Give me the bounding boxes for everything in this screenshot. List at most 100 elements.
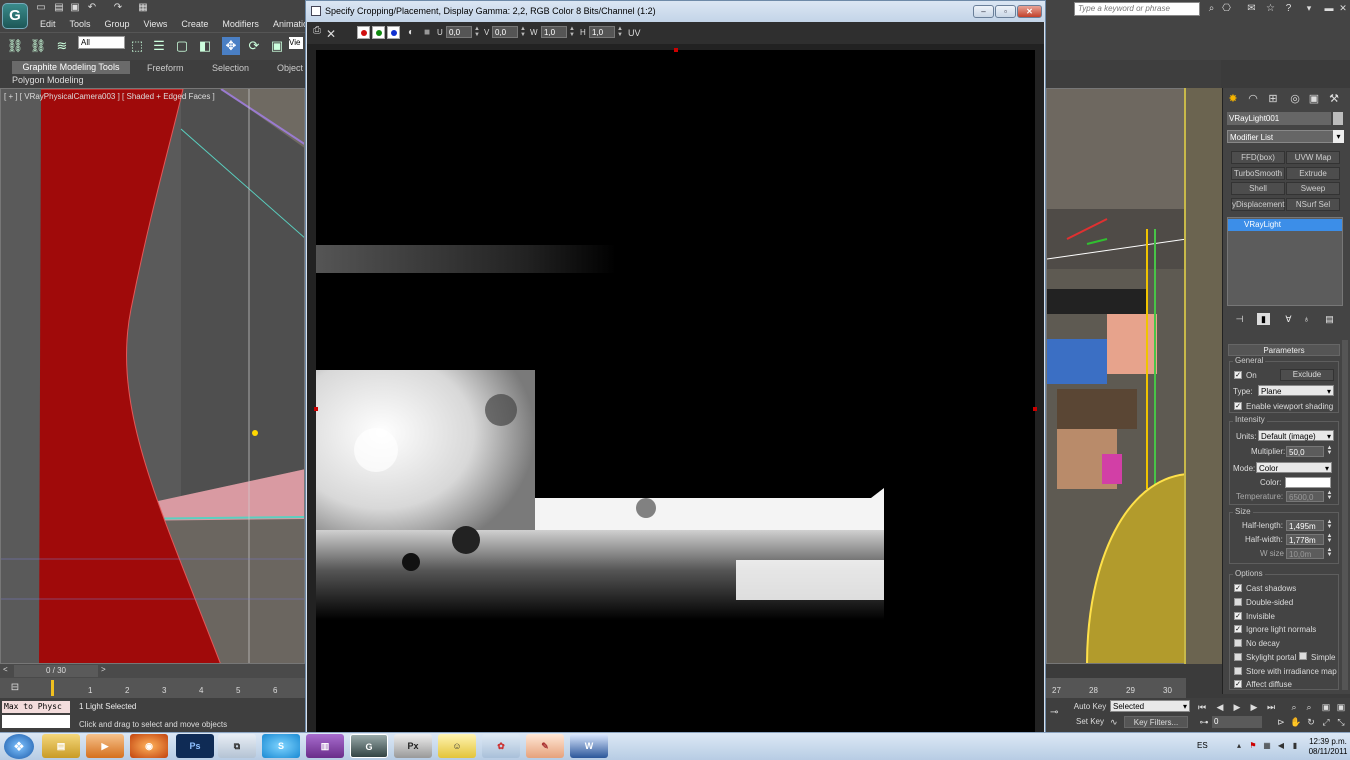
option-checkbox-skylight-portal[interactable]: [1234, 653, 1242, 661]
window-crossing-icon[interactable]: ◧: [196, 37, 214, 55]
image-canvas[interactable]: [316, 50, 1035, 734]
menu-create[interactable]: Create: [175, 17, 216, 31]
orbit-icon[interactable]: ↻: [1305, 716, 1317, 728]
binoculars-icon[interactable]: ⌕: [1205, 2, 1218, 15]
project-folder-icon[interactable]: ▦: [137, 2, 149, 14]
set-key-button[interactable]: Set Key: [1072, 716, 1108, 728]
units-dropdown[interactable]: Default (image): [1258, 430, 1334, 442]
on-checkbox[interactable]: ✓: [1234, 371, 1242, 379]
communication-icon[interactable]: ✉: [1245, 2, 1258, 15]
selection-filter-dropdown[interactable]: All: [78, 36, 125, 49]
next-key-icon[interactable]: ▶: [1248, 701, 1260, 713]
pixplant-taskbar-icon[interactable]: Px: [394, 734, 432, 758]
goto-start-icon[interactable]: ⏮: [1196, 701, 1208, 713]
modifier-button-sweep[interactable]: Sweep: [1286, 182, 1340, 195]
menu-modifiers[interactable]: Modifiers: [216, 17, 267, 31]
firefox-taskbar-icon[interactable]: ◉: [130, 734, 168, 758]
spinner-arrows-icon[interactable]: ▲ ▼: [1326, 445, 1333, 457]
key-curve-icon[interactable]: ∿: [1110, 717, 1122, 728]
network-taskbar-icon[interactable]: ⧉: [218, 734, 256, 758]
modifier-button-nsurfsel[interactable]: NSurf Sel: [1286, 198, 1340, 211]
word-taskbar-icon[interactable]: W: [570, 734, 608, 758]
clear-icon[interactable]: ✕: [325, 28, 337, 40]
explorer-taskbar-icon[interactable]: ▤: [42, 734, 80, 758]
spinner-arrows-icon[interactable]: ▲ ▼: [1326, 519, 1333, 531]
object-color-swatch[interactable]: [1333, 112, 1343, 125]
w-size-spinner[interactable]: 10,0m: [1286, 548, 1324, 559]
bind-space-warp-icon[interactable]: ≋: [53, 37, 71, 55]
option-checkbox-no-decay[interactable]: [1234, 639, 1242, 647]
make-unique-icon[interactable]: ∀: [1282, 313, 1295, 325]
rectangle-selection-icon[interactable]: ▢: [173, 37, 191, 55]
create-tab-icon[interactable]: ✸: [1225, 92, 1241, 106]
zoom-extents-icon[interactable]: ▣: [1320, 701, 1332, 713]
modifier-stack-item[interactable]: VRayLight: [1228, 219, 1342, 231]
dialog-minimize-button[interactable]: –: [973, 5, 994, 18]
w-spinner-icon[interactable]: ▲ ▼: [569, 26, 575, 38]
motion-tab-icon[interactable]: ◎: [1287, 92, 1303, 106]
maxscript-input[interactable]: [2, 715, 70, 728]
volume-icon[interactable]: ◀: [1276, 741, 1286, 751]
option-checkbox-double-sided[interactable]: [1234, 598, 1242, 606]
remove-modifier-icon[interactable]: ♁: [1300, 313, 1313, 325]
maxscript-listener[interactable]: Max to Physc: [2, 701, 70, 713]
current-frame-field[interactable]: 0: [1212, 716, 1262, 728]
light-color-swatch[interactable]: [1285, 477, 1331, 488]
modifier-button-shell[interactable]: Shell: [1231, 182, 1285, 195]
h-spinner-icon[interactable]: ▲ ▼: [617, 26, 623, 38]
clock[interactable]: 12:39 p.m. 08/11/2011: [1306, 737, 1350, 757]
option-checkbox-affect-diffuse[interactable]: ✓: [1234, 680, 1242, 688]
maximize-viewport-icon[interactable]: ⤢: [1320, 716, 1332, 728]
prev-key-icon[interactable]: ◀: [1214, 701, 1226, 713]
crop-handle-left[interactable]: [314, 407, 318, 411]
uv-toggle[interactable]: UV: [628, 28, 641, 38]
play-icon[interactable]: ▶: [1231, 701, 1243, 713]
monochrome-icon[interactable]: ■: [421, 27, 433, 39]
object-name-field[interactable]: VRayLight001: [1227, 112, 1331, 125]
favorites-icon[interactable]: ☆: [1264, 2, 1277, 15]
power-icon[interactable]: ▮: [1290, 741, 1300, 751]
next-frame-icon[interactable]: >: [101, 665, 106, 674]
select-by-name-icon[interactable]: ☰: [150, 37, 168, 55]
modifier-button-turbosmooth[interactable]: TurboSmooth: [1231, 167, 1285, 180]
menu-views[interactable]: Views: [138, 17, 176, 31]
open-file-icon[interactable]: ▤: [53, 2, 65, 14]
select-object-icon[interactable]: ⬚: [128, 37, 146, 55]
modifier-button-displacement[interactable]: yDisplacement: [1231, 198, 1285, 211]
modifier-button-extrude[interactable]: Extrude: [1286, 167, 1340, 180]
chevron-down-icon[interactable]: ▾: [1333, 130, 1344, 143]
h-field[interactable]: 1,0: [589, 26, 615, 38]
ribbon-tab-freeform[interactable]: Freeform: [147, 62, 184, 74]
option-checkbox-ignore-normals[interactable]: ✓: [1234, 625, 1242, 633]
ribbon-tab-selection[interactable]: Selection: [212, 62, 249, 74]
reference-coordinate-dropdown[interactable]: Vie: [289, 37, 303, 49]
mini-curve-editor-icon[interactable]: ⊟: [8, 682, 22, 694]
mode-dropdown[interactable]: Color: [1256, 462, 1332, 474]
temperature-spinner[interactable]: 6500,0: [1286, 491, 1324, 502]
blue-channel-toggle[interactable]: [387, 26, 400, 39]
app-logo-icon[interactable]: G: [2, 3, 28, 29]
v-field[interactable]: 0,0: [492, 26, 518, 38]
crop-handle-right[interactable]: [1033, 407, 1037, 411]
half-length-spinner[interactable]: 1,495m: [1286, 520, 1324, 531]
control-panel-taskbar-icon[interactable]: ✿: [482, 734, 520, 758]
save-file-icon[interactable]: ▣: [69, 2, 81, 14]
ribbon-polygon-modeling[interactable]: Polygon Modeling: [12, 75, 84, 85]
zoom-all-icon[interactable]: ⌕: [1303, 701, 1315, 713]
photoshop-taskbar-icon[interactable]: Ps: [176, 734, 214, 758]
action-center-icon[interactable]: ⚑: [1248, 741, 1258, 751]
paint-taskbar-icon[interactable]: ✎: [526, 734, 564, 758]
w-field[interactable]: 1,0: [541, 26, 567, 38]
zoom-extents-all-icon[interactable]: ▣: [1335, 701, 1347, 713]
u-spinner-icon[interactable]: ▲ ▼: [474, 26, 480, 38]
subscription-icon[interactable]: ⎔: [1220, 2, 1233, 15]
link-icon[interactable]: ⛓: [6, 37, 24, 55]
3dsmax-taskbar-icon[interactable]: G: [350, 734, 388, 758]
option-checkbox-simple[interactable]: [1299, 652, 1307, 660]
menu-group[interactable]: Group: [99, 17, 138, 31]
utilities-tab-icon[interactable]: ⚒: [1326, 92, 1342, 106]
help-dropdown-icon[interactable]: ▾: [1302, 3, 1316, 14]
language-indicator[interactable]: ES: [1197, 741, 1208, 750]
help-icon[interactable]: ?: [1282, 2, 1295, 15]
prev-frame-icon[interactable]: <: [3, 665, 8, 674]
